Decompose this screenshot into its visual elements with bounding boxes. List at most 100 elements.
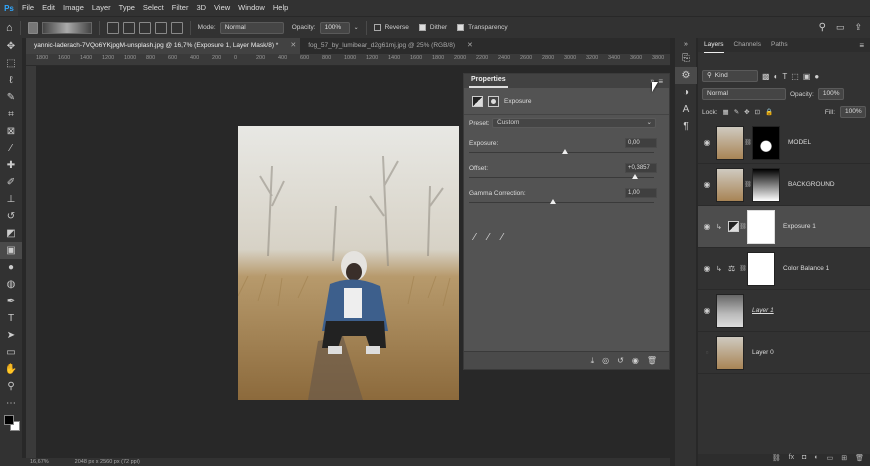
add-mask-icon[interactable]: ◘ — [802, 454, 806, 466]
tab-paths[interactable]: Paths — [771, 38, 788, 52]
offset-slider-thumb[interactable] — [632, 174, 638, 179]
exposure-slider-thumb[interactable] — [562, 149, 568, 154]
gamma-slider-thumb[interactable] — [550, 199, 556, 204]
layer-opacity-input[interactable]: 100% — [817, 88, 844, 100]
eraser-tool-icon[interactable]: ◩ — [0, 225, 22, 242]
offset-input[interactable]: +0,3857 — [625, 163, 657, 173]
view-previous-state-icon[interactable]: ◎ — [602, 356, 609, 365]
link-icon[interactable]: ⛓ — [744, 181, 752, 188]
menu-layer[interactable]: Layer — [88, 0, 115, 16]
link-icon[interactable]: ⛓ — [744, 139, 752, 146]
layer-mask-icon[interactable] — [488, 96, 499, 107]
lock-image-icon[interactable]: ✎ — [734, 108, 739, 116]
layer-style-icon[interactable]: fx — [789, 454, 794, 466]
layer-name[interactable]: Layer 1 — [752, 307, 774, 314]
filter-smart-object-icon[interactable]: ▣ — [803, 72, 811, 81]
layer-name[interactable]: BACKGROUND — [788, 181, 835, 188]
brush-tool-icon[interactable]: ✐ — [0, 174, 22, 191]
eye-icon[interactable]: ◉ — [698, 264, 716, 273]
zoom-tool-icon[interactable]: ⚲ — [0, 378, 22, 395]
path-selection-tool-icon[interactable]: ➤ — [0, 327, 22, 344]
layer-row-layer-1[interactable]: ◉ Layer 1 — [698, 290, 870, 332]
gamma-slider[interactable] — [469, 199, 654, 204]
move-tool-icon[interactable]: ✥ — [0, 38, 22, 55]
more-tools-icon[interactable]: ⋯ — [0, 395, 22, 412]
exposure-slider[interactable] — [469, 149, 654, 154]
lasso-tool-icon[interactable]: ℓ — [0, 72, 22, 89]
filter-adjustment-icon[interactable]: ◐ — [774, 72, 779, 81]
zoom-level[interactable]: 16,67% — [30, 458, 49, 466]
mode-select[interactable]: Normal — [219, 21, 284, 34]
menu-select[interactable]: Select — [139, 0, 168, 16]
color-swatches-icon[interactable] — [0, 412, 22, 436]
link-icon[interactable]: ⛓ — [739, 265, 747, 272]
crop-tool-icon[interactable]: ⌗ — [0, 106, 22, 123]
menu-help[interactable]: Help — [269, 0, 292, 16]
history-panel-icon[interactable]: ⎘ — [675, 50, 697, 67]
rectangle-tool-icon[interactable]: ▭ — [0, 344, 22, 361]
gradient-preset-icon[interactable] — [27, 21, 38, 34]
layer-name[interactable]: Exposure 1 — [783, 223, 816, 230]
menu-type[interactable]: Type — [115, 0, 139, 16]
document-image[interactable] — [238, 126, 459, 400]
exposure-input[interactable]: 0,00 — [625, 138, 657, 148]
reverse-checkbox[interactable] — [373, 24, 381, 31]
reflected-gradient-icon[interactable] — [154, 21, 167, 34]
tab-channels[interactable]: Channels — [734, 38, 761, 52]
adjustments-panel-icon[interactable]: ◑ — [675, 84, 697, 101]
white-point-eyedropper-icon[interactable]: ⁄ — [501, 232, 503, 243]
close-icon[interactable]: ✕ — [463, 38, 477, 54]
visibility-eye-icon[interactable]: ◉ — [632, 356, 639, 365]
layer-row-exposure[interactable]: ◉ ↳ ⛓ Exposure 1 — [698, 206, 870, 248]
hand-tool-icon[interactable]: ✋ — [0, 361, 22, 378]
layer-name[interactable]: Color Balance 1 — [783, 265, 829, 272]
new-layer-icon[interactable]: ⊞ — [841, 454, 847, 466]
menu-image[interactable]: Image — [59, 0, 88, 16]
lock-all-icon[interactable]: 🔒 — [765, 108, 773, 116]
layer-row-background[interactable]: ◉ ⛓ BACKGROUND — [698, 164, 870, 206]
panel-menu-icon[interactable]: ≡ — [859, 41, 864, 50]
gamma-input[interactable]: 1,00 — [625, 188, 657, 198]
paragraph-panel-icon[interactable]: ¶ — [675, 118, 697, 135]
dither-checkbox[interactable] — [418, 24, 426, 31]
trash-icon[interactable]: 🗑 — [855, 454, 864, 466]
gradient-tool-icon[interactable]: ▣ — [0, 242, 22, 259]
filter-kind-select[interactable]: ⚲ Kind — [702, 70, 758, 82]
eye-icon[interactable]: ◉ — [698, 180, 716, 189]
gray-point-eyedropper-icon[interactable]: ⁄ — [488, 232, 490, 243]
exposure-adjustment-icon[interactable] — [472, 96, 483, 107]
photoshop-logo[interactable]: Ps — [0, 0, 18, 16]
radial-gradient-icon[interactable] — [122, 21, 135, 34]
frame-tool-icon[interactable]: ⊠ — [0, 123, 22, 140]
lock-transparent-icon[interactable]: ▦ — [723, 108, 729, 116]
black-point-eyedropper-icon[interactable]: ⁄ — [474, 232, 476, 243]
eye-icon[interactable]: ◉ — [698, 138, 716, 147]
blend-mode-select[interactable]: Normal — [702, 88, 786, 100]
type-tool-icon[interactable]: T — [0, 310, 22, 327]
transparency-checkbox[interactable] — [457, 24, 465, 31]
tab-fog-document[interactable]: fog_57_by_lumibear_d2g61mj.jpg @ 25% (RG… — [300, 38, 464, 54]
preset-select[interactable]: Custom ⌄ — [492, 118, 656, 128]
link-icon[interactable]: ⛓ — [739, 223, 747, 230]
layer-fill-input[interactable]: 100% — [840, 106, 866, 118]
reset-icon[interactable]: ↺ — [617, 356, 624, 365]
new-adjustment-icon[interactable]: ◐ — [814, 454, 818, 466]
lock-artboard-icon[interactable]: ⊡ — [755, 108, 760, 116]
history-brush-tool-icon[interactable]: ↺ — [0, 208, 22, 225]
menu-3d[interactable]: 3D — [192, 0, 210, 16]
blur-tool-icon[interactable]: ● — [0, 259, 22, 276]
layer-row-model[interactable]: ◉ ⛓ MODEL — [698, 122, 870, 164]
filter-pixel-icon[interactable]: ▩ — [762, 72, 770, 81]
layer-mask-thumbnail[interactable] — [752, 125, 780, 160]
chevron-down-icon[interactable]: ⌄ — [354, 24, 359, 31]
filter-shape-icon[interactable]: ⬚ — [791, 72, 799, 81]
properties-panel-icon[interactable]: ⚙ — [675, 67, 697, 84]
layer-mask-thumbnail[interactable] — [747, 209, 775, 244]
trash-icon[interactable]: 🗑 — [647, 356, 657, 365]
clip-to-layer-icon[interactable]: ⤓ — [591, 356, 595, 366]
opacity-input[interactable]: 100% — [319, 21, 350, 34]
link-layers-icon[interactable]: ⛓ — [772, 454, 781, 466]
menu-filter[interactable]: Filter — [168, 0, 193, 16]
layer-row-layer-0[interactable]: ▫ Layer 0 — [698, 332, 870, 374]
menu-edit[interactable]: Edit — [38, 0, 59, 16]
